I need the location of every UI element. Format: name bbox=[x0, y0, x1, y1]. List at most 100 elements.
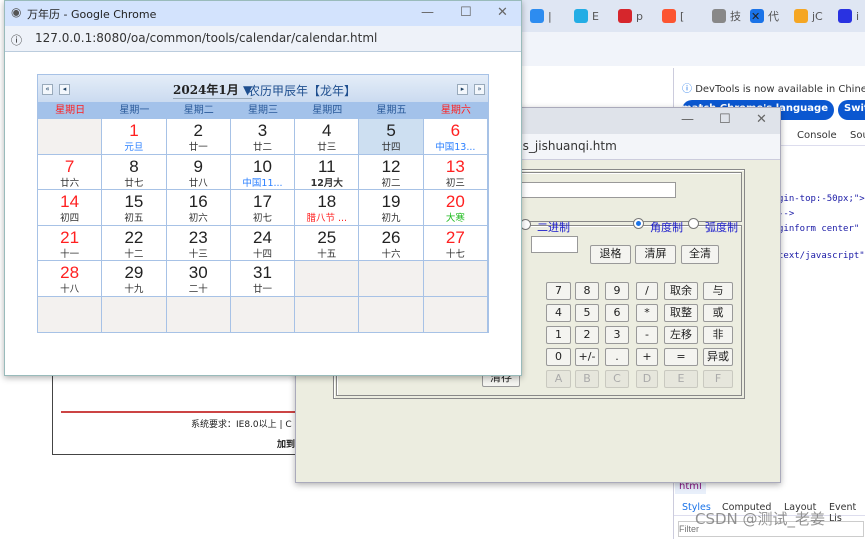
day-cell[interactable]: 12 初二 bbox=[359, 154, 424, 191]
key-button[interactable]: +/- bbox=[575, 348, 599, 366]
key-button[interactable]: / bbox=[636, 282, 658, 300]
key-button[interactable]: 0 bbox=[546, 348, 571, 366]
maximize-icon[interactable]: ☐ bbox=[460, 5, 472, 20]
day-number: 9 bbox=[193, 156, 203, 176]
day-cell[interactable]: 7 廿六 bbox=[38, 154, 103, 191]
day-cell[interactable]: 27 十七 bbox=[423, 225, 488, 262]
day-cell[interactable]: 10 中国11... bbox=[230, 154, 296, 191]
all-clear-button[interactable]: 全清 bbox=[681, 245, 719, 264]
close-icon[interactable]: ✕ bbox=[756, 112, 767, 127]
key-button[interactable]: 3 bbox=[605, 326, 629, 344]
day-cell[interactable]: 15 初五 bbox=[102, 190, 167, 226]
empty-cell bbox=[38, 119, 103, 155]
browser-tab[interactable]: [ bbox=[662, 6, 684, 26]
day-cell[interactable]: 16 初六 bbox=[166, 190, 231, 226]
browser-tab[interactable]: 技 ✕ bbox=[712, 6, 760, 26]
lunar-date: 廿七 bbox=[124, 177, 144, 189]
display-input[interactable] bbox=[496, 182, 676, 198]
key-button[interactable]: 非 bbox=[703, 326, 733, 344]
close-icon[interactable]: ✕ bbox=[497, 5, 508, 20]
key-button[interactable]: 5 bbox=[575, 304, 599, 322]
day-cell[interactable]: 19 初九 bbox=[359, 190, 424, 226]
day-number: 11 bbox=[317, 156, 336, 176]
key-button[interactable]: B bbox=[575, 370, 599, 388]
day-cell[interactable]: 5 廿四 bbox=[359, 119, 424, 155]
switch-language-button[interactable]: Switch DevTools to Chinese bbox=[838, 100, 865, 120]
key-button[interactable]: 取余 bbox=[664, 282, 698, 300]
day-cell[interactable]: 9 廿八 bbox=[166, 154, 231, 191]
radio-degree[interactable] bbox=[633, 218, 644, 229]
day-cell[interactable]: 22 十二 bbox=[102, 225, 167, 262]
key-button[interactable]: 与 bbox=[703, 282, 733, 300]
day-cell[interactable]: 13 初三 bbox=[423, 154, 488, 191]
tab-sources[interactable]: Sou bbox=[850, 130, 865, 141]
key-button[interactable]: 2 bbox=[575, 326, 599, 344]
day-cell[interactable]: 14 初四 bbox=[38, 190, 103, 226]
day-cell[interactable]: 20 大寒 bbox=[423, 190, 488, 226]
key-button[interactable]: 1 bbox=[546, 326, 571, 344]
next-year-button[interactable]: » bbox=[474, 84, 485, 95]
next-month-button[interactable]: ▸ bbox=[457, 84, 468, 95]
key-button[interactable]: 取整 bbox=[664, 304, 698, 322]
browser-tab[interactable]: p bbox=[618, 6, 643, 26]
key-button[interactable]: 或 bbox=[703, 304, 733, 322]
day-cell[interactable]: 25 十五 bbox=[295, 225, 360, 262]
day-cell[interactable]: 6 中国13... bbox=[423, 119, 488, 155]
day-number: 15 bbox=[124, 192, 144, 212]
browser-tab[interactable]: jC bbox=[794, 6, 823, 26]
key-button[interactable]: . bbox=[605, 348, 629, 366]
day-cell[interactable]: 29 十九 bbox=[102, 261, 167, 297]
day-cell[interactable]: 24 十四 bbox=[230, 225, 296, 262]
day-cell[interactable]: 31 廿一 bbox=[230, 261, 296, 297]
add-favorite-link[interactable]: 加到 bbox=[277, 437, 295, 450]
day-cell[interactable]: 4 廿三 bbox=[295, 119, 360, 155]
key-button[interactable]: - bbox=[636, 326, 658, 344]
key-button[interactable]: + bbox=[636, 348, 658, 366]
calendar: « ◂ 2024年1月 ▼ 农历甲辰年【龙年】 ▸ » 星期日 星期一 星期二 星期三… bbox=[37, 74, 489, 333]
weekday-header: 星期日 星期一 星期二 星期三 星期四 星期五 星期六 bbox=[38, 102, 488, 119]
prev-year-button[interactable]: « bbox=[42, 84, 53, 95]
day-cell[interactable]: 1 元旦 bbox=[102, 119, 167, 155]
key-button[interactable]: * bbox=[636, 304, 658, 322]
key-button[interactable]: E bbox=[664, 370, 698, 388]
key-button[interactable]: 8 bbox=[575, 282, 599, 300]
day-cell[interactable]: 26 十六 bbox=[359, 225, 424, 262]
key-button[interactable]: = bbox=[664, 348, 698, 366]
day-cell[interactable]: 17 初七 bbox=[230, 190, 296, 226]
maximize-icon[interactable]: ☐ bbox=[719, 112, 731, 127]
day-cell[interactable]: 8 廿七 bbox=[102, 154, 167, 191]
key-button[interactable]: C bbox=[605, 370, 629, 388]
minimize-icon[interactable]: — bbox=[421, 5, 434, 20]
key-button[interactable]: 4 bbox=[546, 304, 571, 322]
key-button[interactable]: 7 bbox=[546, 282, 571, 300]
key-button[interactable]: D bbox=[636, 370, 658, 388]
day-cell[interactable]: 2 廿一 bbox=[166, 119, 231, 155]
backspace-button[interactable]: 退格 bbox=[590, 245, 631, 264]
prev-month-button[interactable]: ◂ bbox=[59, 84, 70, 95]
key-button[interactable]: 9 bbox=[605, 282, 629, 300]
key-button[interactable]: 异或 bbox=[703, 348, 733, 366]
site-info-icon[interactable]: ⓘ bbox=[11, 32, 22, 48]
key-button[interactable]: F bbox=[703, 370, 733, 388]
key-button[interactable]: 左移 bbox=[664, 326, 698, 344]
day-cell[interactable]: 30 二十 bbox=[166, 261, 231, 297]
key-button[interactable]: 6 bbox=[605, 304, 629, 322]
month-select[interactable]: 2024年1月 ▼ bbox=[173, 81, 253, 99]
browser-tab[interactable]: Ε bbox=[574, 6, 599, 26]
radio-radian[interactable] bbox=[688, 218, 699, 229]
day-cell[interactable]: 11 12月大 bbox=[295, 154, 360, 191]
close-tab-icon[interactable]: ✕ bbox=[751, 10, 760, 23]
day-cell[interactable]: 23 十三 bbox=[166, 225, 231, 262]
browser-tab[interactable]: i bbox=[838, 6, 859, 26]
tab-console[interactable]: Console bbox=[797, 130, 837, 141]
minimize-icon[interactable]: — bbox=[681, 112, 694, 127]
key-button[interactable]: A bbox=[546, 370, 571, 388]
code-line: ginform center" bbox=[778, 224, 860, 234]
day-cell[interactable]: 21 十一 bbox=[38, 225, 103, 262]
day-cell[interactable]: 28 十八 bbox=[38, 261, 103, 297]
clear-screen-button[interactable]: 清屏 bbox=[635, 245, 676, 264]
address-bar[interactable]: 127.0.0.1:8080/oa/common/tools/calendar/… bbox=[35, 31, 377, 45]
day-cell[interactable]: 18 腊八节 ... bbox=[295, 190, 360, 226]
day-cell[interactable]: 3 廿二 bbox=[230, 119, 296, 155]
browser-tab[interactable]: | bbox=[530, 6, 552, 26]
